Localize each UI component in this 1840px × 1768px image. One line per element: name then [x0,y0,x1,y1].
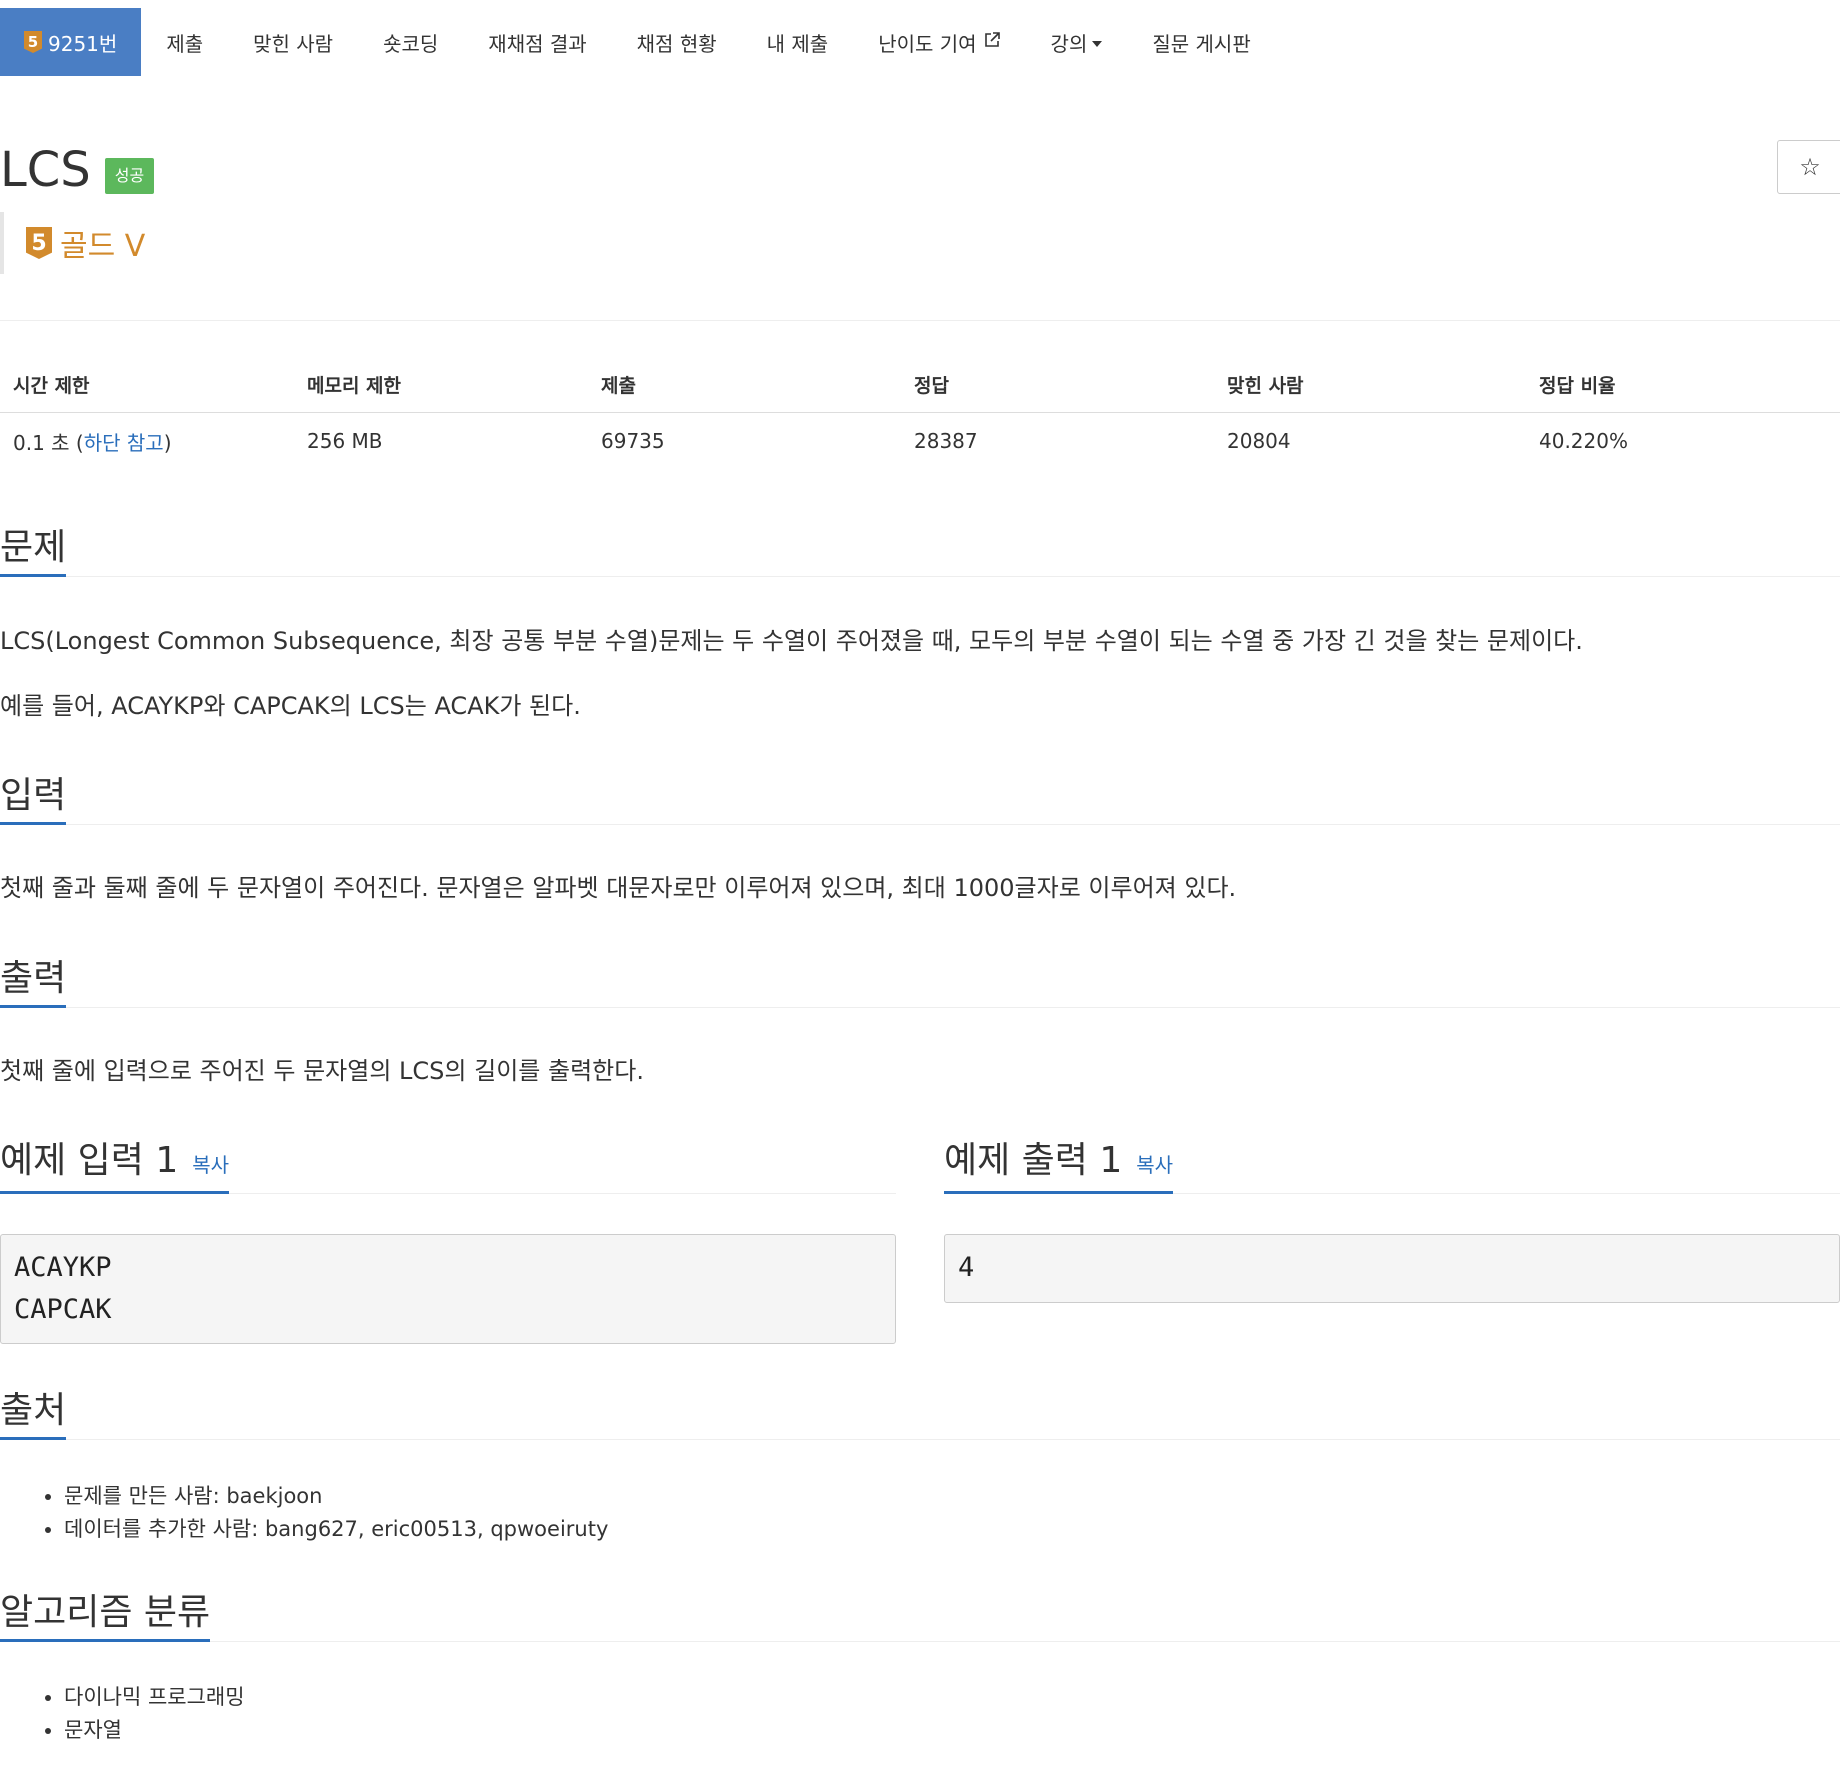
source-section: 출처 [0,1383,1840,1440]
chevron-down-icon [1092,41,1103,47]
nav-judge-status[interactable]: 채점 현황 [612,8,742,76]
sample-output-line: 4 [958,1252,975,1283]
table-row: 0.1 초 (하단 참고) 256 MB 69735 28387 20804 4… [0,413,1840,470]
section-headline: 예제 출력 1 복사 [944,1137,1840,1194]
header-submissions: 제출 [588,356,901,413]
section-headline: 알고리즘 분류 [0,1585,1840,1642]
copy-sample-output-button[interactable]: 복사 [1136,1153,1173,1177]
list-item: 문제를 만든 사람: baekjoon [64,1480,608,1513]
section-title-sample-output: 예제 출력 1 복사 [944,1140,1174,1194]
sample-input-line: CAPCAK [14,1294,112,1325]
section-headline: 출처 [0,1383,1840,1440]
nav-difficulty-contribution[interactable]: 난이도 기여 [853,8,1025,76]
nav-problem-id-label: 9251번 [48,31,118,56]
nav-problem-id[interactable]: 5 9251번 [0,8,142,76]
sample-output-box[interactable]: 4 [944,1234,1840,1303]
nav-difficulty-label: 난이도 기여 [878,31,977,56]
ratio-cell: 40.220% [1539,429,1628,453]
memory-limit-cell: 256 MB [307,429,383,453]
section-title-input: 입력 [0,776,67,825]
section-title-problem: 문제 [0,528,67,577]
output-section: 출력 [0,951,1840,1008]
table-header-row: 시간 제한 메모리 제한 제출 정답 맞힌 사람 정답 비율 [0,356,1840,413]
tier-badge-icon: 5 [26,227,52,259]
nav-rejudge-results[interactable]: 재채점 결과 [463,8,611,76]
header-time-limit: 시간 제한 [0,356,294,413]
nav-qna-board[interactable]: 질문 게시판 [1127,8,1275,76]
list-item[interactable]: 다이나믹 프로그래밍 [64,1681,245,1714]
section-title-algorithms: 알고리즘 분류 [0,1593,211,1642]
problem-info-table: 시간 제한 메모리 제한 제출 정답 맞힌 사람 정답 비율 0.1 초 (하단… [0,356,1840,469]
sample-input-section: 예제 입력 1 복사 [0,1137,896,1194]
sample-output-section: 예제 출력 1 복사 [944,1137,1840,1194]
tier-label: 골드 V [60,229,146,264]
solvers-cell: 20804 [1227,429,1291,453]
time-limit-cell: 0.1 초 (하단 참고) [0,413,294,470]
header-ratio: 정답 비율 [1526,356,1840,413]
list-item: 데이터를 추가한 사람: bang627, eric00513, qpwoeir… [64,1513,608,1546]
source-list: 문제를 만든 사람: baekjoon 데이터를 추가한 사람: bang627… [0,1480,608,1546]
list-item[interactable]: 문자열 [64,1714,245,1747]
header-memory-limit: 메모리 제한 [294,356,588,413]
nav-submit[interactable]: 제출 [141,8,228,76]
nav-lectures-dropdown[interactable]: 강의 [1026,8,1128,76]
time-limit-note-link[interactable]: 하단 참고 [84,431,164,455]
sample-input-title: 예제 입력 1 [0,1140,179,1181]
title-row: LCS 성공 [0,142,155,198]
header-solvers: 맞힌 사람 [1214,356,1526,413]
problem-text-1: LCS(Longest Common Subsequence, 최장 공통 부분… [0,627,1583,655]
copy-sample-input-button[interactable]: 복사 [192,1153,229,1177]
output-text: 첫째 줄에 입력으로 주어진 두 문자열의 LCS의 길이를 출력한다. [0,1057,644,1085]
section-title-sample-input: 예제 입력 1 복사 [0,1140,230,1194]
sample-output-title: 예제 출력 1 [944,1140,1123,1181]
problem-text-2: 예를 들어, ACAYKP와 CAPCAK의 LCS는 ACAK가 된다. [0,692,581,720]
accepted-cell: 28387 [914,429,978,453]
divider [0,320,1840,321]
problem-title: LCS [0,142,91,198]
section-headline: 입력 [0,768,1840,825]
favorite-star-button[interactable]: ☆ [1777,140,1840,194]
section-headline: 문제 [0,520,1840,577]
problem-page: 5 9251번 제출 맞힌 사람 숏코딩 재채점 결과 채점 현황 내 제출 난… [0,0,1840,1768]
section-title-output: 출력 [0,959,67,1008]
sample-input-box[interactable]: ACAYKP CAPCAK [0,1234,896,1344]
status-badge: 성공 [104,158,155,194]
input-section: 입력 [0,768,1840,825]
external-link-icon [983,31,1001,54]
nav-short-coding[interactable]: 숏코딩 [358,8,463,76]
algorithm-tag-list: 다이나믹 프로그래밍 문자열 [0,1681,245,1747]
tier-badge-icon: 5 [24,31,42,53]
section-title-source: 출처 [0,1391,67,1440]
sample-input-line: ACAYKP [14,1252,112,1283]
nav-solvers[interactable]: 맞힌 사람 [228,8,358,76]
problem-menu: 5 9251번 제출 맞힌 사람 숏코딩 재채점 결과 채점 현황 내 제출 난… [0,8,1276,76]
section-headline: 예제 입력 1 복사 [0,1137,896,1194]
header-accepted: 정답 [901,356,1214,413]
algorithm-section: 알고리즘 분류 [0,1585,1840,1642]
nav-my-submissions[interactable]: 내 제출 [742,8,854,76]
star-icon: ☆ [1799,153,1821,181]
problem-description-section: 문제 [0,520,1840,577]
submissions-cell: 69735 [601,429,665,453]
section-headline: 출력 [0,951,1840,1008]
time-limit-value: 0.1 초 ( [13,430,84,455]
input-text: 첫째 줄과 둘째 줄에 두 문자열이 주어진다. 문자열은 알파벳 대문자로만 … [0,874,1237,902]
tier-info[interactable]: 5 골드 V [0,212,145,274]
nav-lectures-label: 강의 [1050,31,1088,56]
time-limit-suffix: ) [163,430,172,455]
